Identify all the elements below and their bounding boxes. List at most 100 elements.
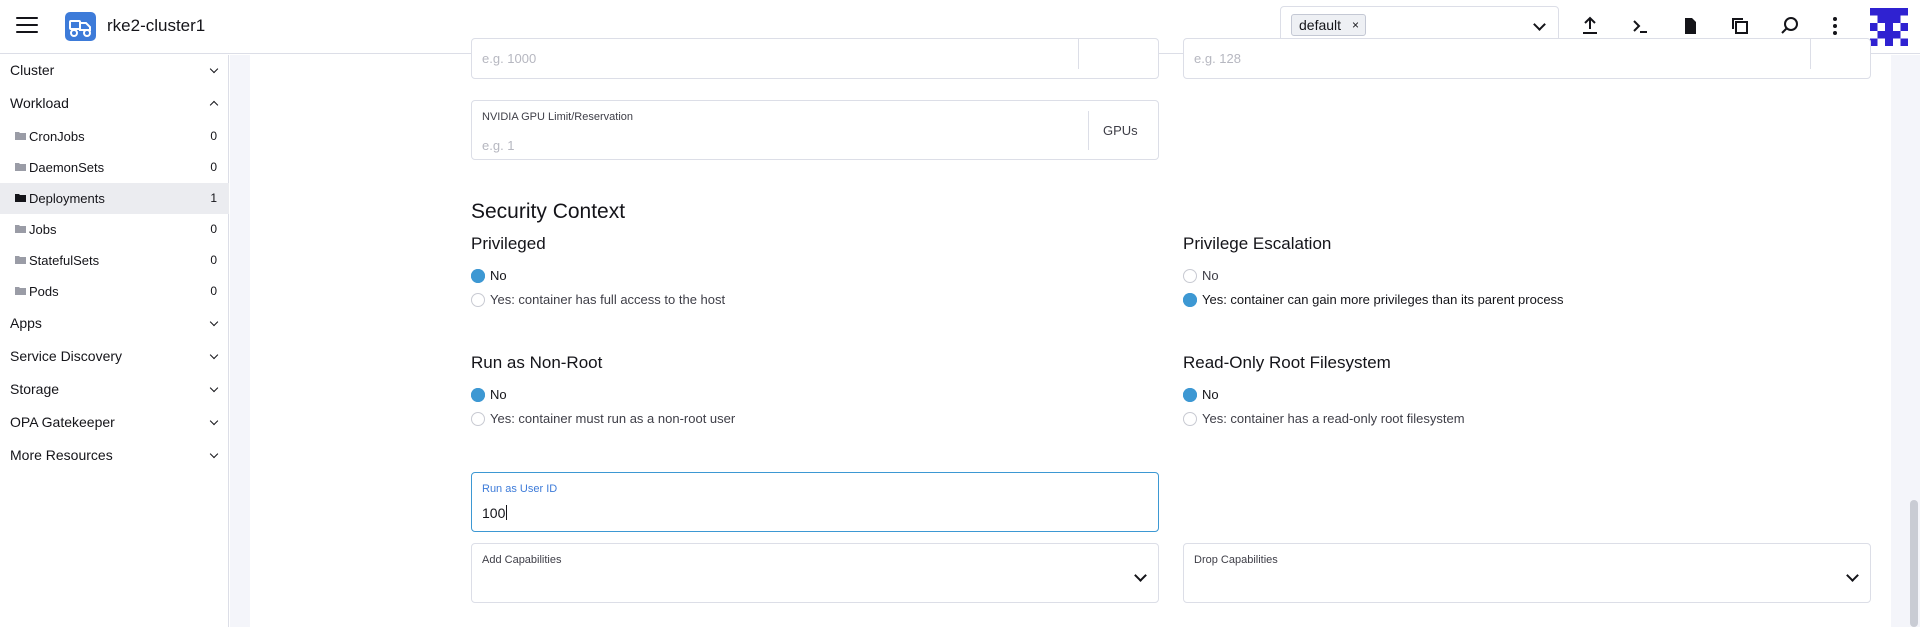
suffix-divider — [1078, 39, 1079, 69]
add-capabilities-select[interactable]: Add Capabilities — [471, 543, 1159, 603]
user-avatar[interactable] — [1870, 8, 1908, 46]
sidebar-item-count: 0 — [210, 284, 217, 298]
sidebar-item-label: Jobs — [29, 222, 57, 237]
sidebar-item-jobs[interactable]: Jobs 0 — [0, 214, 229, 245]
run-as-user-id-value: 100 — [482, 505, 506, 521]
chevron-down-icon — [209, 416, 219, 426]
drop-capabilities-select[interactable]: Drop Capabilities — [1183, 543, 1871, 603]
sidebar-item-statefulsets[interactable]: StatefulSets 0 — [0, 245, 229, 276]
sidebar-item-pods[interactable]: Pods 0 — [0, 276, 229, 307]
chevron-up-icon — [209, 100, 219, 110]
chevron-down-icon — [1846, 569, 1859, 582]
chip-remove-icon[interactable]: × — [1352, 15, 1359, 35]
folder-icon — [15, 163, 26, 171]
folder-icon — [15, 256, 26, 264]
run-as-user-id-label: Run as User ID — [482, 483, 558, 495]
cluster-logo-icon — [65, 12, 96, 41]
sidebar-group-service-discovery[interactable]: Service Discovery — [0, 341, 229, 371]
folder-open-icon — [15, 194, 26, 202]
sidebar-item-label: CronJobs — [29, 129, 85, 144]
radio-label: Yes: container has a read-only root file… — [1202, 411, 1465, 426]
sidebar-item-daemonsets[interactable]: DaemonSets 0 — [0, 152, 229, 183]
radio-label: Yes: container can gain more privileges … — [1202, 292, 1564, 307]
copy-icon[interactable] — [1728, 14, 1752, 38]
radio-label: No — [490, 268, 507, 283]
terminal-icon[interactable] — [1628, 14, 1652, 38]
cpu-reservation-field[interactable]: e.g. 1000 — [471, 38, 1159, 79]
radio-label: Yes: container must run as a non-root us… — [490, 411, 736, 426]
chevron-down-icon — [209, 383, 219, 393]
gpu-suffix: GPUs — [1103, 123, 1138, 138]
folder-icon — [15, 225, 26, 233]
folder-icon — [15, 287, 26, 295]
chevron-down-icon — [209, 64, 219, 74]
radio-label: No — [490, 387, 507, 402]
content-gutter-left — [230, 55, 250, 627]
chevron-down-icon — [209, 449, 219, 459]
sidebar-group-label: Cluster — [10, 62, 55, 78]
memory-reservation-field[interactable]: e.g. 128 — [1183, 38, 1871, 79]
sidebar-item-label: Pods — [29, 284, 59, 299]
radio-label: No — [1202, 387, 1219, 402]
text-caret — [506, 505, 508, 520]
radio-label: No — [1202, 268, 1219, 283]
sidebar-group-opa-gatekeeper[interactable]: OPA Gatekeeper — [0, 407, 229, 437]
suffix-divider — [1810, 39, 1811, 69]
namespace-chip-label: default — [1299, 17, 1342, 33]
file-icon[interactable] — [1678, 14, 1702, 38]
privilege-escalation-title: Privilege Escalation — [1183, 234, 1332, 253]
radio-unchecked-icon — [1183, 269, 1197, 283]
sidebar-group-label: More Resources — [10, 447, 113, 463]
cluster-name[interactable]: rke2-cluster1 — [107, 16, 205, 36]
sidebar-item-count: 0 — [210, 222, 217, 236]
sidebar-group-apps[interactable]: Apps — [0, 308, 229, 338]
run-as-user-id-input[interactable]: 100 — [482, 505, 508, 521]
sidebar-group-workload[interactable]: Workload — [0, 88, 229, 118]
sidebar-item-count: 0 — [210, 129, 217, 143]
gpu-limit-label: NVIDIA GPU Limit/Reservation — [482, 111, 633, 123]
sidebar-group-cluster[interactable]: Cluster — [0, 55, 229, 85]
gpu-limit-placeholder: e.g. 1 — [482, 138, 515, 153]
sidebar-item-label: Deployments — [29, 191, 105, 206]
privileged-title: Privileged — [471, 234, 546, 253]
menu-icon[interactable] — [16, 17, 38, 35]
sidebar-group-label: Storage — [10, 381, 60, 397]
page-scrollbar[interactable] — [1910, 500, 1918, 627]
chevron-down-icon — [209, 350, 219, 360]
radio-checked-icon — [1183, 293, 1197, 307]
sidebar-group-label: Apps — [10, 315, 42, 331]
sidebar-item-deployments[interactable]: Deployments 1 — [0, 183, 229, 214]
sidebar-item-label: StatefulSets — [29, 253, 100, 268]
search-icon[interactable] — [1778, 14, 1802, 38]
sidebar-group-label: OPA Gatekeeper — [10, 414, 115, 430]
sidebar-item-count: 0 — [210, 160, 217, 174]
folder-icon — [15, 132, 26, 140]
namespace-chip: default × — [1291, 14, 1367, 36]
radio-unchecked-icon — [471, 293, 485, 307]
run-as-user-id-field[interactable]: Run as User ID 100 — [471, 472, 1159, 532]
sidebar-item-count: 0 — [210, 253, 217, 267]
sidebar-item-count: 1 — [210, 191, 217, 205]
drop-capabilities-label: Drop Capabilities — [1194, 554, 1278, 566]
sidebar-item-label: DaemonSets — [29, 160, 105, 175]
sidebar-group-storage[interactable]: Storage — [0, 374, 229, 404]
read-only-root-fs-title: Read-Only Root Filesystem — [1183, 353, 1391, 372]
sidebar: Cluster Workload CronJobs 0 DaemonSets 0… — [0, 55, 229, 627]
radio-unchecked-icon — [1183, 412, 1197, 426]
add-capabilities-label: Add Capabilities — [482, 554, 562, 566]
sidebar-group-label: Service Discovery — [10, 348, 123, 364]
security-context-title: Security Context — [471, 200, 626, 223]
cpu-reservation-placeholder: e.g. 1000 — [482, 51, 537, 66]
upload-icon[interactable] — [1578, 14, 1602, 38]
sidebar-item-cronjobs[interactable]: CronJobs 0 — [0, 121, 229, 152]
radio-checked-icon — [471, 269, 485, 283]
chevron-down-icon — [1134, 569, 1147, 582]
gpu-limit-field[interactable]: NVIDIA GPU Limit/Reservation e.g. 1 GPUs — [471, 100, 1159, 160]
sidebar-group-more-resources[interactable]: More Resources — [0, 440, 229, 470]
memory-reservation-placeholder: e.g. 128 — [1194, 51, 1241, 66]
sidebar-group-label: Workload — [10, 95, 69, 111]
radio-label: Yes: container has full access to the ho… — [490, 292, 726, 307]
run-as-non-root-title: Run as Non-Root — [471, 353, 603, 372]
more-vertical-icon[interactable] — [1823, 14, 1847, 38]
chevron-down-icon[interactable] — [1533, 18, 1546, 31]
